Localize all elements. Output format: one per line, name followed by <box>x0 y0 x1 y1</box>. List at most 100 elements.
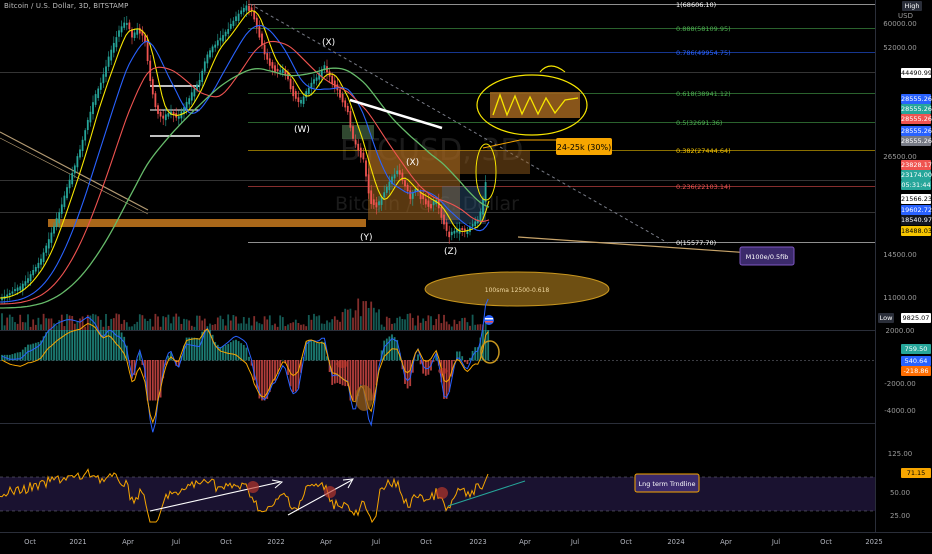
volume-bar <box>29 326 32 330</box>
candle-body <box>482 198 484 215</box>
candle-body <box>378 201 380 206</box>
chart-window[interactable]: BTCUSD, 3D Bitcoin / U.S. Dollar 1(68606… <box>0 0 932 550</box>
macd-histogram-bar <box>487 330 490 361</box>
candle-body <box>144 35 146 43</box>
macd-histogram-bar <box>89 330 92 361</box>
candle-body <box>281 69 284 73</box>
price-tag[interactable]: 28555.26 <box>901 94 932 104</box>
volume-bar <box>120 323 123 330</box>
price-tag[interactable]: 23828.17 <box>901 160 932 170</box>
candle-body <box>313 79 315 84</box>
target-label: 24-25k (30%) <box>557 143 611 152</box>
price-tag[interactable]: 19602.72 <box>901 205 932 215</box>
fib-label: 0.382(27444.64) <box>676 147 731 155</box>
price-tag[interactable]: 23174.00 <box>901 170 932 180</box>
candle-body <box>248 5 250 11</box>
volume-bar <box>219 315 222 330</box>
price-tag[interactable]: 44490.99 <box>901 68 932 78</box>
volume-bar <box>154 313 157 330</box>
rsi-marker-3[interactable] <box>436 487 448 499</box>
candle-body <box>37 262 40 269</box>
macd-histogram-bar <box>362 360 365 388</box>
candle-body <box>375 202 378 208</box>
candle-body <box>107 56 110 67</box>
candle-body <box>398 170 401 175</box>
volume-bar <box>110 318 113 330</box>
candle-body <box>292 86 295 97</box>
macd-marker-1[interactable] <box>355 385 373 411</box>
macd-histogram-bar <box>294 360 297 392</box>
price-tag[interactable]: 28555.26 <box>901 136 932 146</box>
price-tag[interactable]: 21566.23 <box>901 194 932 204</box>
price-tag[interactable]: 28555.26 <box>901 126 932 136</box>
time-tick-label: Oct <box>620 538 632 546</box>
candle-body <box>258 25 261 38</box>
macd-histogram-bar <box>102 330 105 361</box>
macd-histogram-bar <box>193 337 196 361</box>
price-tag[interactable]: 05:31:44 <box>901 180 931 190</box>
macd-histogram-bar <box>245 347 248 361</box>
volume-bar <box>354 310 357 330</box>
macd-histogram-bar <box>110 330 113 361</box>
time-axis[interactable]: Oct 2021 Apr Jul Oct 2022 Apr Jul Oct 2023 Apr Jul O… <box>0 532 932 550</box>
volume-bar <box>245 323 248 330</box>
volume-bar <box>144 318 146 330</box>
time-tick-label: Oct <box>24 538 36 546</box>
rsi-marker-2[interactable] <box>324 486 336 498</box>
volume-bar <box>313 313 315 330</box>
macd-histogram-bar <box>466 360 469 365</box>
candle-body <box>331 75 334 85</box>
wave-label-y: (Y) <box>360 233 373 243</box>
price-tag[interactable]: -218.86 <box>901 366 931 376</box>
volume-bar <box>289 323 292 330</box>
candle-body <box>60 204 63 214</box>
macd-histogram-bar <box>154 360 157 401</box>
macd-histogram-bar <box>219 347 222 361</box>
candle-body <box>102 74 105 84</box>
axis-tick-label: 2000.00 <box>885 327 915 335</box>
volume-bar <box>68 315 71 330</box>
demand-zone[interactable] <box>48 219 366 227</box>
volume-bar <box>430 316 432 330</box>
price-tag[interactable]: 28555.26 <box>901 104 932 114</box>
time-axis-bg <box>0 532 932 550</box>
volume-bar <box>300 324 302 330</box>
fib-label: 0.786(49954.75) <box>676 49 731 57</box>
volume-bar <box>138 314 141 330</box>
flag-icon[interactable] <box>484 315 494 325</box>
volume-bar <box>222 319 224 330</box>
volume-bar <box>344 308 347 330</box>
macd-histogram-bar <box>157 360 159 401</box>
candle-body <box>112 42 115 53</box>
macd-histogram-bar <box>263 360 266 401</box>
candle-body <box>219 37 222 41</box>
volume-bar <box>84 326 87 330</box>
candle-body <box>276 68 279 72</box>
candle-body <box>235 16 237 22</box>
macd-histogram-bar <box>281 359 284 361</box>
volume-bar <box>34 324 37 330</box>
price-tag[interactable]: 71.15 <box>901 468 931 478</box>
volume-bar <box>268 315 271 330</box>
price-tag[interactable]: 759.50 <box>901 344 931 354</box>
price-tag[interactable]: 540.64 <box>901 356 931 366</box>
price-chart[interactable]: BTCUSD, 3D Bitcoin / U.S. Dollar 1(68606… <box>0 0 932 550</box>
rsi-marker-1[interactable] <box>247 481 259 493</box>
volume-bar <box>346 309 349 330</box>
price-tag[interactable]: 9825.07 <box>901 313 931 323</box>
candle-body <box>453 230 456 234</box>
volume-bar <box>320 323 323 330</box>
candle-body <box>193 88 196 97</box>
volume-bar <box>372 307 375 330</box>
price-tag[interactable]: 28555.26 <box>901 114 932 124</box>
volume-bar <box>307 315 310 330</box>
volume-bar <box>375 312 378 330</box>
volume-bar <box>253 316 256 330</box>
volume-bar <box>209 323 211 330</box>
volume-bar <box>440 323 443 330</box>
candle-body <box>445 222 448 231</box>
price-tag[interactable]: 18488.03 <box>901 226 932 236</box>
price-tag[interactable]: 18540.97 <box>901 215 932 225</box>
macd-histogram-bar <box>315 343 318 361</box>
macd-histogram-bar <box>107 330 110 361</box>
